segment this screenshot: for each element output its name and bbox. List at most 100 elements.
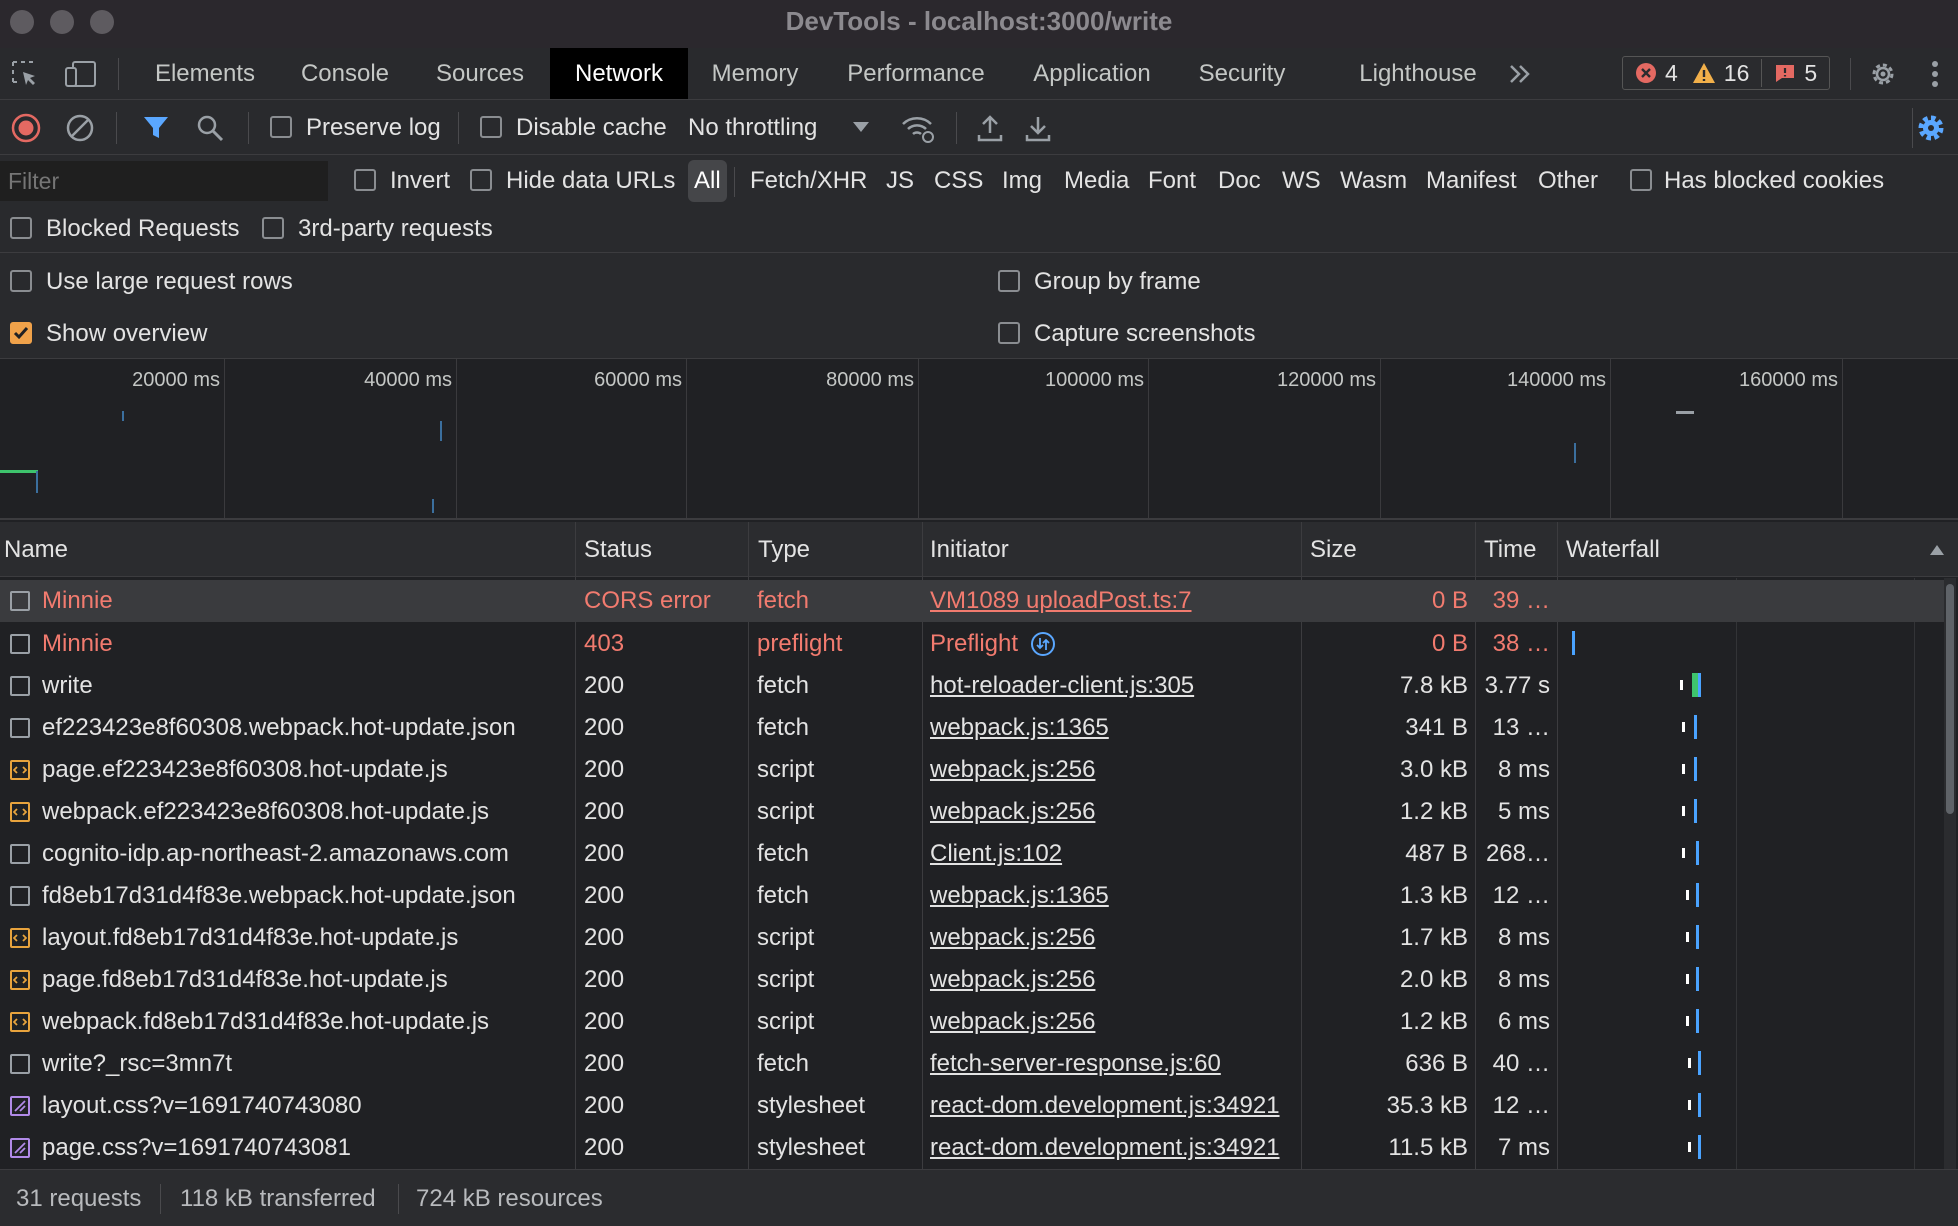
device-toolbar-icon[interactable] [62,58,100,90]
column-header-name[interactable]: Name [0,522,68,577]
request-initiator[interactable]: webpack.js:1365 [930,707,1300,749]
invert-checkbox[interactable] [354,169,376,191]
table-row[interactable]: webpack.fd8eb17d31d4f83e.hot-update.js 20… [0,1001,1950,1043]
request-initiator[interactable]: react-dom.development.js:34921 [930,1085,1300,1127]
tab-console[interactable]: Console [286,48,404,99]
settings-gear-icon[interactable] [1864,56,1902,92]
hide-data-urls-checkbox[interactable] [470,169,492,191]
filter-type-css[interactable]: CSS [928,160,989,202]
column-header-type[interactable]: Type [754,522,810,577]
search-icon[interactable] [192,110,228,146]
filter-type-media[interactable]: Media [1058,160,1135,202]
table-row[interactable]: cognito-idp.ap-northeast-2.amazonaws.com… [0,833,1950,875]
tab-network[interactable]: Network [550,48,688,99]
network-settings-gear-icon[interactable] [1912,108,1950,148]
request-name[interactable]: layout.fd8eb17d31d4f83e.hot-update.js [42,917,570,959]
column-header-waterfall[interactable]: Waterfall [1562,522,1660,577]
console-counts-badge[interactable]: 4 16 5 [1622,56,1830,90]
has-blocked-cookies-checkbox[interactable] [1630,169,1652,191]
more-options-icon[interactable] [1920,56,1950,92]
disable-cache-checkbox[interactable] [480,116,502,138]
filter-type-manifest[interactable]: Manifest [1420,160,1523,202]
filter-type-img[interactable]: Img [996,160,1048,202]
request-name[interactable]: webpack.ef223423e8f60308.hot-update.js [42,791,570,833]
group-by-frame-checkbox[interactable] [998,270,1020,292]
scrollbar-thumb[interactable] [1946,584,1954,814]
filter-type-other[interactable]: Other [1532,160,1604,202]
filter-type-font[interactable]: Font [1142,160,1202,202]
throttling-dropdown-icon[interactable] [850,116,872,138]
show-overview-checkbox[interactable] [10,322,32,344]
request-initiator[interactable]: webpack.js:1365 [930,875,1300,917]
column-header-time[interactable]: Time [1480,522,1536,577]
request-name[interactable]: page.css?v=1691740743081 [42,1127,570,1169]
request-name[interactable]: ef223423e8f60308.webpack.hot-update.json [42,707,570,749]
table-row[interactable]: layout.css?v=1691740743080 200 stylesheet r… [0,1085,1950,1127]
request-initiator[interactable]: webpack.js:256 [930,1001,1300,1043]
preflight-link-icon[interactable] [1030,631,1056,657]
filter-type-doc[interactable]: Doc [1212,160,1267,202]
tab-security[interactable]: Security [1186,48,1298,99]
request-name[interactable]: fd8eb17d31d4f83e.webpack.hot-update.json [42,875,570,917]
tab-performance[interactable]: Performance [836,48,996,99]
request-name[interactable]: page.ef223423e8f60308.hot-update.js [42,749,570,791]
filter-input[interactable] [0,161,328,201]
tab-sources[interactable]: Sources [420,48,540,99]
stop-recording-icon[interactable] [8,110,44,146]
table-row[interactable]: layout.fd8eb17d31d4f83e.hot-update.js 200… [0,917,1950,959]
request-name[interactable]: page.fd8eb17d31d4f83e.hot-update.js [42,959,570,1001]
request-name[interactable]: write?_rsc=3mn7t [42,1043,570,1085]
network-overview-timeline[interactable]: 20000 ms 40000 ms 60000 ms 80000 ms 1000… [0,359,1958,520]
third-party-checkbox[interactable] [262,217,284,239]
request-initiator[interactable]: react-dom.development.js:34921 [930,1127,1300,1169]
request-name[interactable]: layout.css?v=1691740743080 [42,1085,570,1127]
clear-icon[interactable] [62,110,98,146]
request-initiator[interactable]: webpack.js:256 [930,917,1300,959]
import-har-icon[interactable] [972,110,1008,146]
request-name[interactable]: Minnie [42,623,570,665]
table-row[interactable]: page.ef223423e8f60308.hot-update.js 200 sc… [0,749,1950,791]
table-row[interactable]: write 200 fetch hot-reloader-client.js:305 7… [0,665,1950,707]
request-initiator[interactable]: VM1089 uploadPost.ts:7 [930,580,1300,622]
request-name[interactable]: write [42,665,570,707]
table-row[interactable]: ef223423e8f60308.webpack.hot-update.json… [0,707,1950,749]
column-header-size[interactable]: Size [1306,522,1357,577]
column-header-initiator[interactable]: Initiator [926,522,1009,577]
filter-type-ws[interactable]: WS [1276,160,1327,202]
request-name[interactable]: Minnie [42,580,570,622]
request-initiator[interactable]: webpack.js:256 [930,791,1300,833]
network-conditions-icon[interactable] [898,110,938,146]
tab-lighthouse[interactable]: Lighthouse [1350,48,1486,99]
table-row[interactable]: Minnie 403 preflight Preflight 0 B 38 … [0,623,1950,665]
blocked-requests-checkbox[interactable] [10,217,32,239]
filter-type-wasm[interactable]: Wasm [1334,160,1413,202]
request-initiator[interactable]: webpack.js:256 [930,749,1300,791]
preserve-log-checkbox[interactable] [270,116,292,138]
request-initiator[interactable]: hot-reloader-client.js:305 [930,665,1300,707]
requests-scrollbar[interactable] [1944,578,1956,1169]
request-initiator[interactable]: fetch-server-response.js:60 [930,1043,1300,1085]
table-row[interactable]: Minnie CORS error fetch VM1089 uploadPost.t… [0,580,1950,622]
tab-application[interactable]: Application [1022,48,1162,99]
table-row[interactable]: write?_rsc=3mn7t 200 fetch fetch-server-res… [0,1043,1950,1085]
request-initiator[interactable]: webpack.js:256 [930,959,1300,1001]
request-initiator[interactable]: Client.js:102 [930,833,1300,875]
large-rows-checkbox[interactable] [10,270,32,292]
sort-ascending-icon[interactable] [1926,540,1948,560]
table-row[interactable]: webpack.ef223423e8f60308.hot-update.js 20… [0,791,1950,833]
throttling-select[interactable]: No throttling [688,114,817,142]
more-tabs-chevron-icon[interactable] [1502,58,1538,90]
request-name[interactable]: cognito-idp.ap-northeast-2.amazonaws.com [42,833,570,875]
tab-memory[interactable]: Memory [700,48,810,99]
filter-type-fetch-xhr[interactable]: Fetch/XHR [744,160,873,202]
filter-icon[interactable] [138,110,174,146]
tab-elements[interactable]: Elements [138,48,272,99]
table-row[interactable]: fd8eb17d31d4f83e.webpack.hot-update.json… [0,875,1950,917]
export-har-icon[interactable] [1020,110,1056,146]
request-initiator[interactable]: Preflight [930,623,1300,665]
inspect-element-icon[interactable] [8,58,42,90]
filter-type-js[interactable]: JS [880,160,920,202]
filter-type-all[interactable]: All [688,160,727,202]
column-header-status[interactable]: Status [580,522,652,577]
capture-screenshots-checkbox[interactable] [998,322,1020,344]
